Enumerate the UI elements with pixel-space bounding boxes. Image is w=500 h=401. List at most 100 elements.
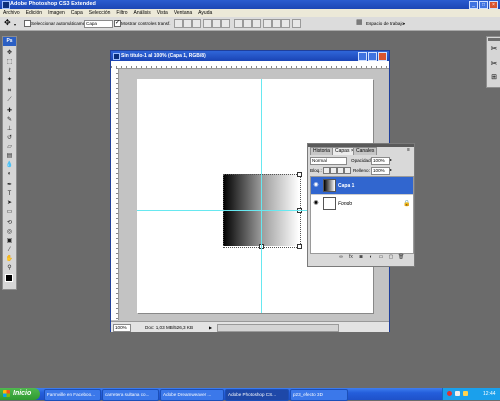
gradient-tool-icon[interactable]: ▤ [5, 152, 14, 160]
distribute-left-button[interactable] [263, 19, 272, 28]
transform-handle-bottom-right[interactable] [297, 244, 302, 249]
pen-tool-icon[interactable]: ✒ [5, 181, 14, 189]
distribute-hcenter-button[interactable] [272, 19, 281, 28]
path-selection-tool-icon[interactable]: ➤ [5, 199, 14, 207]
shape-tool-icon[interactable]: ▭ [5, 208, 14, 216]
foreground-color-swatch[interactable] [5, 274, 13, 282]
tab-canales[interactable]: Canales [353, 147, 378, 155]
eraser-tool-icon[interactable]: ▱ [5, 143, 14, 151]
clock[interactable]: 12:44 [483, 391, 496, 397]
lock-position-icon[interactable] [337, 167, 344, 174]
new-group-icon[interactable]: ▭ [378, 254, 384, 260]
auto-align-button[interactable] [292, 19, 301, 28]
minimize-button[interactable]: _ [469, 1, 478, 9]
new-layer-icon[interactable]: ▢ [388, 254, 394, 260]
menu-ventana[interactable]: Ventana [171, 10, 195, 16]
dodge-tool-icon[interactable]: ◐ [5, 170, 14, 178]
fill-slider-arrow-icon[interactable]: ▸ [390, 167, 392, 172]
clone-stamp-tool-icon[interactable]: ⊥ [5, 125, 14, 133]
menu-imagen[interactable]: Imagen [45, 10, 68, 16]
link-layers-icon[interactable]: ∞ [338, 254, 344, 260]
align-left-button[interactable] [203, 19, 212, 28]
panel-menu-icon[interactable]: ≡ [407, 147, 410, 153]
align-bottom-button[interactable] [192, 19, 201, 28]
notes-tool-icon[interactable]: ▣ [5, 237, 14, 245]
document-minimize-button[interactable] [358, 52, 367, 61]
magic-wand-tool-icon[interactable]: ✦ [5, 76, 14, 84]
zoom-tool-icon[interactable]: ⚲ [5, 264, 14, 272]
layer-row-capa-1[interactable]: ◉ Capa 1 [311, 177, 413, 194]
document-maximize-button[interactable] [368, 52, 377, 61]
eyedropper-tool-icon[interactable]: ⁄ [5, 246, 14, 254]
document-close-button[interactable] [378, 52, 387, 61]
brush-presets-icon[interactable]: ✂ [489, 59, 499, 69]
auto-select-checkbox[interactable] [24, 20, 31, 27]
transform-bounding-box[interactable] [223, 174, 301, 248]
marquee-tool-icon[interactable]: ⬚ [5, 58, 14, 66]
distribute-vcenter-button[interactable] [243, 19, 252, 28]
hand-tool-icon[interactable]: ✋ [5, 255, 14, 263]
layer-visibility-eye-icon[interactable]: ◉ [312, 196, 320, 211]
opacity-field[interactable]: 100% [371, 157, 390, 165]
menu-edicion[interactable]: Edición [23, 10, 45, 16]
adjustment-layer-icon[interactable]: ◐ [368, 254, 374, 260]
menu-ayuda[interactable]: Ayuda [195, 10, 215, 16]
3d-rotate-tool-icon[interactable]: ⟲ [5, 219, 14, 227]
crop-tool-icon[interactable]: ⌗ [5, 87, 14, 95]
layer-visibility-eye-icon[interactable]: ◉ [312, 178, 320, 193]
maximize-button[interactable]: □ [479, 1, 488, 9]
lock-all-icon[interactable] [344, 167, 351, 174]
lock-transparency-icon[interactable] [323, 167, 330, 174]
menu-capa[interactable]: Capa [68, 10, 86, 16]
lock-pixels-icon[interactable] [330, 167, 337, 174]
brush-tool-icon[interactable]: ✎ [5, 116, 14, 124]
menu-analisis[interactable]: Análisis [131, 10, 154, 16]
tool-preset-chevron-icon[interactable]: ▾ [14, 22, 16, 27]
tray-app-icon[interactable] [447, 391, 452, 396]
layer-name[interactable]: Capa 1 [338, 183, 354, 189]
menu-vista[interactable]: Vista [154, 10, 171, 16]
document-title-bar[interactable]: Sin título-1 al 100% (Capa 1, RGB/8) [111, 51, 389, 61]
align-hcenter-button[interactable] [212, 19, 221, 28]
align-right-button[interactable] [221, 19, 230, 28]
taskbar-item-farmville[interactable]: Farmville en Faceboo... [44, 389, 101, 401]
3d-orbit-tool-icon[interactable]: ◎ [5, 228, 14, 236]
horizontal-ruler[interactable] [111, 61, 389, 69]
zoom-field[interactable]: 100% [113, 324, 131, 332]
vertical-ruler[interactable] [111, 68, 119, 320]
fill-field[interactable]: 100% [371, 167, 390, 175]
workspace-label[interactable]: Espacio de trabajo [366, 21, 404, 26]
horizontal-scrollbar[interactable] [217, 324, 339, 332]
status-menu-arrow-icon[interactable]: ▶ [209, 325, 212, 330]
close-button[interactable]: × [489, 1, 498, 9]
workspace-chevron-icon[interactable]: ▾ [403, 21, 405, 26]
layer-style-icon[interactable]: fx [348, 254, 354, 260]
layer-row-fondo[interactable]: ◉ Fondo 🔒 [311, 194, 413, 212]
taskbar-item-p23[interactable]: p23_efecto 3D [290, 389, 348, 401]
distribute-right-button[interactable] [281, 19, 290, 28]
move-tool-icon[interactable]: ✥ [5, 49, 14, 57]
type-tool-icon[interactable]: T [5, 190, 14, 198]
taskbar-item-photoshop[interactable]: Adobe Photoshop CS... [225, 389, 289, 401]
align-vcenter-button[interactable] [183, 19, 192, 28]
tray-network-icon[interactable] [455, 391, 460, 396]
menu-filtro[interactable]: Filtro [113, 10, 130, 16]
vertical-guide[interactable] [261, 79, 262, 313]
menu-archivo[interactable]: Archivo [0, 10, 23, 16]
slice-tool-icon[interactable]: ⟋ [5, 96, 14, 104]
healing-brush-tool-icon[interactable]: ✚ [5, 107, 14, 115]
tools-scissors-icon[interactable]: ✂ [489, 44, 499, 54]
tab-historia[interactable]: Historia [310, 147, 333, 155]
history-brush-tool-icon[interactable]: ↺ [5, 134, 14, 142]
tray-volume-icon[interactable] [463, 391, 468, 396]
delete-layer-icon[interactable]: 🗑 [398, 254, 404, 260]
distribute-bottom-button[interactable] [252, 19, 261, 28]
start-button[interactable]: Inicio [0, 388, 40, 400]
distribute-top-button[interactable] [234, 19, 243, 28]
layer-mask-icon[interactable]: ◙ [358, 254, 364, 260]
blend-mode-dropdown[interactable]: Normal [310, 157, 347, 165]
auto-select-dropdown[interactable]: Capa [84, 20, 113, 28]
taskbar-item-carretera[interactable]: carretera sultana co... [102, 389, 159, 401]
opacity-slider-arrow-icon[interactable]: ▸ [390, 157, 392, 162]
lasso-tool-icon[interactable]: ℓ [5, 67, 14, 75]
